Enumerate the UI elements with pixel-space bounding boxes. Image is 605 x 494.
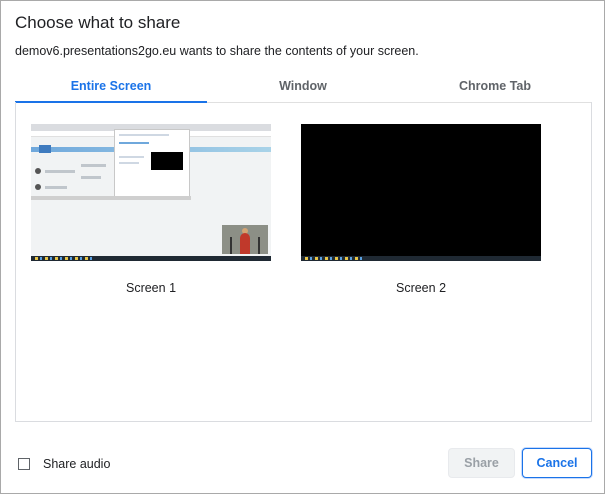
- share-screen-dialog: Choose what to share demov6.presentation…: [0, 0, 605, 494]
- source-tabs: Entire Screen Window Chrome Tab: [15, 74, 591, 103]
- webcam-preview: [222, 225, 268, 254]
- share-button[interactable]: Share: [448, 448, 515, 478]
- screen-2-option[interactable]: Screen 2: [301, 124, 541, 295]
- share-audio-label: Share audio: [43, 457, 111, 471]
- screen-2-label: Screen 2: [395, 281, 447, 295]
- tab-window[interactable]: Window: [207, 74, 399, 102]
- cancel-button[interactable]: Cancel: [522, 448, 592, 478]
- tab-entire-screen[interactable]: Entire Screen: [15, 74, 207, 103]
- taskbar: [31, 256, 271, 261]
- screen-1-thumbnail: [31, 124, 271, 261]
- screen-1-option[interactable]: Screen 1: [31, 124, 271, 295]
- tab-chrome-tab[interactable]: Chrome Tab: [399, 74, 591, 102]
- dialog-subtitle: demov6.presentations2go.eu wants to shar…: [15, 44, 419, 58]
- share-audio-checkbox[interactable]: [18, 458, 30, 470]
- sources-panel: Screen 1 Screen 2: [15, 102, 592, 422]
- taskbar: [301, 256, 541, 261]
- screen-1-label: Screen 1: [125, 281, 177, 295]
- screen-2-thumbnail: [301, 124, 541, 261]
- dialog-title: Choose what to share: [15, 13, 181, 32]
